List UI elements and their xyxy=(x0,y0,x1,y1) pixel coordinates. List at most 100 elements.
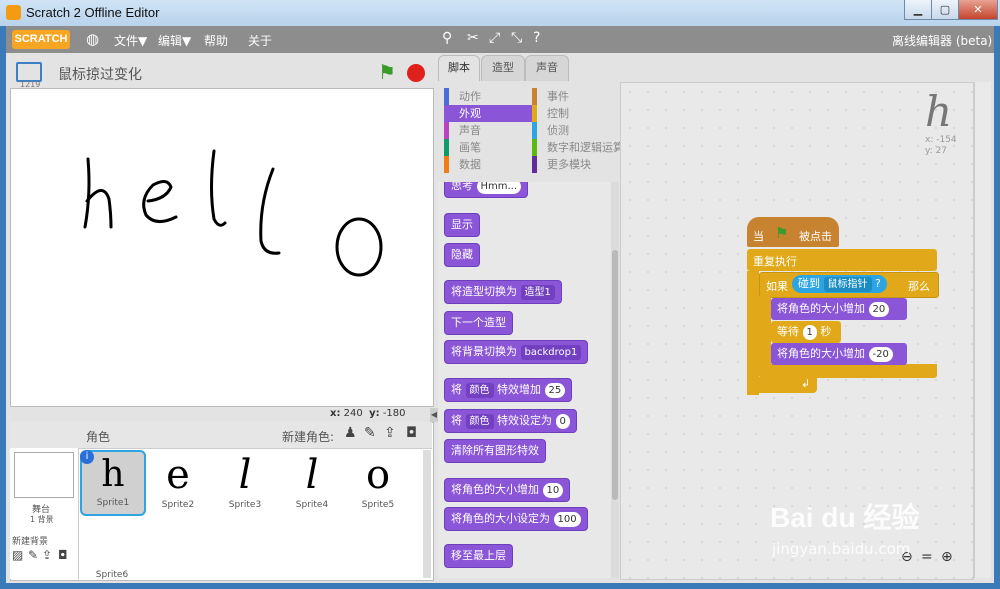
block-label: 当 xyxy=(753,230,764,243)
duplicate-icon[interactable]: ⚲ xyxy=(442,30,452,46)
category-sensing[interactable]: 侦测 xyxy=(532,122,622,139)
palette-scroll-thumb[interactable] xyxy=(612,250,618,500)
sprite-thumb-5[interactable]: o Sprite5 xyxy=(346,450,410,514)
block-dropdown[interactable]: backdrop1 xyxy=(520,344,582,360)
block-switch-backdrop[interactable]: 将背景切换为 backdrop1 xyxy=(444,340,589,364)
green-flag-icon[interactable]: ⚑ xyxy=(378,60,396,84)
sprite-scrollbar[interactable] xyxy=(423,450,431,578)
block-think[interactable]: 思考 Hmm... xyxy=(444,182,529,198)
block-input[interactable]: Hmm... xyxy=(476,182,522,194)
help-icon[interactable]: ? xyxy=(533,30,540,46)
zoom-reset-icon[interactable]: = xyxy=(921,549,933,565)
when-flag-clicked-block[interactable]: 当 ⚑ 被点击 xyxy=(747,217,839,247)
sprite-thumb-glyph xyxy=(80,520,144,570)
tab-sounds[interactable]: 声音 xyxy=(525,55,569,81)
info-icon[interactable]: i xyxy=(80,450,94,464)
close-button[interactable]: ✕ xyxy=(958,0,998,20)
backdrop-library-icon[interactable]: ▨ xyxy=(12,548,23,562)
sprite-library-icon[interactable]: ♟ xyxy=(344,425,357,441)
tab-costumes[interactable]: 造型 xyxy=(481,55,525,81)
block-input[interactable]: 1 xyxy=(802,324,817,340)
block-input[interactable]: -20 xyxy=(868,346,893,362)
block-hide[interactable]: 隐藏 xyxy=(444,243,480,267)
sprites-heading: 角色 xyxy=(86,430,111,444)
sprite-thumb-glyph: o xyxy=(365,452,391,498)
category-sound[interactable]: 声音 xyxy=(444,122,534,139)
sprite-thumb-3[interactable]: l Sprite3 xyxy=(213,450,277,514)
category-control[interactable]: 控制 xyxy=(532,105,622,122)
paint-sprite-icon[interactable]: ✎ xyxy=(364,425,376,441)
sprite-thumb-2[interactable]: e Sprite2 xyxy=(146,450,210,514)
block-next-costume[interactable]: 下一个造型 xyxy=(444,311,513,335)
help-menu[interactable]: 帮助 xyxy=(204,32,228,49)
upload-backdrop-icon[interactable]: ⇪ xyxy=(42,548,52,562)
block-go-front[interactable]: 移至最上层 xyxy=(444,544,513,568)
script-scrollbar[interactable] xyxy=(974,82,991,578)
maximize-button[interactable]: ▢ xyxy=(931,0,959,20)
touching-block[interactable]: 碰到 鼠标指针 ? xyxy=(792,275,887,293)
zoom-in-icon[interactable]: ⊕ xyxy=(941,549,953,565)
globe-icon[interactable]: ◍ xyxy=(86,30,99,48)
block-change-size[interactable]: 将角色的大小增加 10 xyxy=(444,478,571,502)
backdrop-count: 1 背景 xyxy=(30,515,54,524)
project-title[interactable]: 鼠标掠过变化 xyxy=(58,64,142,84)
grow-icon[interactable]: ⤢ xyxy=(489,30,500,46)
file-menu[interactable]: 文件▼ xyxy=(114,32,147,49)
title-bar: Scratch 2 Offline Editor ▁ ▢ ✕ xyxy=(0,0,1000,26)
block-input[interactable]: 10 xyxy=(542,482,564,498)
block-input[interactable]: 0 xyxy=(555,413,570,429)
camera-sprite-icon[interactable]: ◘ xyxy=(406,425,417,441)
sprite-thumb-1[interactable]: h Sprite1 i xyxy=(80,450,146,516)
minimize-button[interactable]: ▁ xyxy=(904,0,932,20)
category-operators[interactable]: 数字和逻辑运算 xyxy=(532,139,627,156)
about-menu[interactable]: 关于 xyxy=(248,32,272,49)
upload-sprite-icon[interactable]: ⇪ xyxy=(384,425,396,441)
block-change-effect[interactable]: 将 颜色 特效增加 25 xyxy=(444,378,573,402)
menu-bar: SCRATCH ◍ 文件▼ 编辑▼ 帮助 关于 ⚲ ✂ ⤢ ⤡ ? 离线编辑器 … xyxy=(6,26,994,53)
block-dropdown[interactable]: 鼠标指针 xyxy=(823,276,872,292)
category-motion[interactable]: 动作 xyxy=(444,88,534,105)
collapse-stage-handle[interactable]: ◀ xyxy=(430,408,438,422)
block-set-effect[interactable]: 将 颜色 特效设定为 0 xyxy=(444,409,577,433)
cut-icon[interactable]: ✂ xyxy=(467,30,479,46)
letter-l1-stroke xyxy=(210,149,227,227)
wait-block[interactable]: 等待 1 秒 xyxy=(771,321,841,343)
sprite-thumb-name: Sprite4 xyxy=(295,500,329,510)
category-more-blocks[interactable]: 更多模块 xyxy=(532,156,622,173)
category-data[interactable]: 数据 xyxy=(444,156,534,173)
block-dropdown[interactable]: 颜色 xyxy=(465,382,494,398)
edit-menu[interactable]: 编辑▼ xyxy=(158,32,191,49)
block-input[interactable]: 100 xyxy=(553,511,581,527)
if-block[interactable]: 如果 碰到 鼠标指针 ? 那么 xyxy=(759,272,939,298)
new-sprite-label: 新建角色: xyxy=(282,430,335,444)
category-pen[interactable]: 画笔 xyxy=(444,139,534,156)
stage-thumbnail[interactable] xyxy=(14,452,74,498)
stop-icon[interactable] xyxy=(407,64,425,82)
edition-label: 离线编辑器 (beta) xyxy=(892,34,993,48)
change-size-20-block[interactable]: 将角色的大小增加 20 xyxy=(771,298,907,320)
block-dropdown[interactable]: 造型1 xyxy=(520,284,555,300)
scratch-logo[interactable]: SCRATCH xyxy=(12,30,70,49)
block-set-size[interactable]: 将角色的大小设定为 100 xyxy=(444,507,588,531)
sprite-thumb-glyph: e xyxy=(166,452,190,498)
block-switch-costume[interactable]: 将造型切换为 造型1 xyxy=(444,280,562,304)
fullscreen-icon[interactable] xyxy=(16,62,42,82)
shrink-icon[interactable]: ⤡ xyxy=(511,30,522,46)
block-label: 将 xyxy=(451,383,462,396)
stage-canvas[interactable] xyxy=(10,88,434,407)
block-show[interactable]: 显示 xyxy=(444,213,480,237)
block-dropdown[interactable]: 颜色 xyxy=(465,413,494,429)
sprite-thumb-6[interactable]: Sprite6 xyxy=(80,520,144,584)
category-looks[interactable]: 外观 xyxy=(444,105,534,122)
camera-backdrop-icon[interactable]: ◘ xyxy=(58,548,68,562)
change-size-minus20-block[interactable]: 将角色的大小增加 -20 xyxy=(771,343,907,365)
block-input[interactable]: 25 xyxy=(544,382,566,398)
block-input[interactable]: 20 xyxy=(868,301,890,317)
forever-block[interactable]: 重复执行 xyxy=(747,249,937,271)
category-events[interactable]: 事件 xyxy=(532,88,622,105)
tab-scripts[interactable]: 脚本 xyxy=(438,55,480,81)
paint-backdrop-icon[interactable]: ✎ xyxy=(28,548,38,562)
block-clear-effects[interactable]: 清除所有图形特效 xyxy=(444,439,546,463)
block-label: 等待 xyxy=(777,325,799,338)
sprite-thumb-4[interactable]: l Sprite4 xyxy=(280,450,344,514)
